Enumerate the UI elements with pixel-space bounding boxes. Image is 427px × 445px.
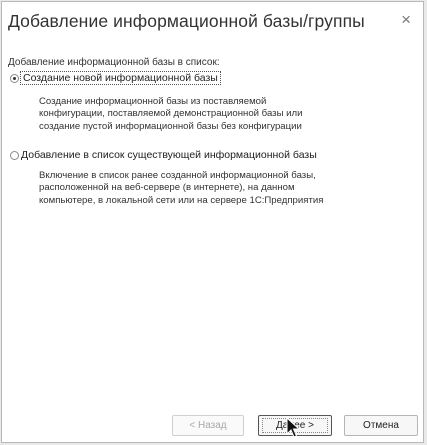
option-add-existing-description: Включение в список ранее созданной инфор…: [39, 170, 323, 207]
add-infobase-dialog: Добавление информационной базы/группы × …: [1, 1, 424, 443]
description-line: расположенной на веб-сервере (в интернет…: [39, 182, 295, 194]
radio-add-existing[interactable]: [10, 151, 19, 160]
description-line: конфигурации, поставляемой демонстрацион…: [39, 108, 303, 120]
radio-create-new[interactable]: [10, 74, 19, 83]
back-button[interactable]: < Назад: [172, 415, 244, 436]
mouse-pointer-icon: [286, 417, 300, 438]
description-line: создание пустой информационной базы без …: [39, 120, 302, 132]
cancel-button[interactable]: Отмена: [344, 415, 418, 436]
description-line: Включение в список ранее созданной инфор…: [39, 170, 316, 181]
option-create-new-description: Создание информационной базы из поставля…: [39, 96, 302, 133]
option-create-new-label[interactable]: Создание новой информационной базы: [20, 71, 221, 85]
dialog-title: Добавление информационной базы/группы: [8, 11, 365, 31]
option-add-existing-label[interactable]: Добавление в список существующей информа…: [21, 149, 317, 161]
description-line: Создание информационной базы из поставля…: [39, 96, 267, 107]
intro-label: Добавление информационной базы в список:: [8, 57, 220, 68]
close-icon[interactable]: ×: [401, 10, 411, 30]
description-line: компьютере, в локальной сети или на серв…: [39, 194, 324, 206]
